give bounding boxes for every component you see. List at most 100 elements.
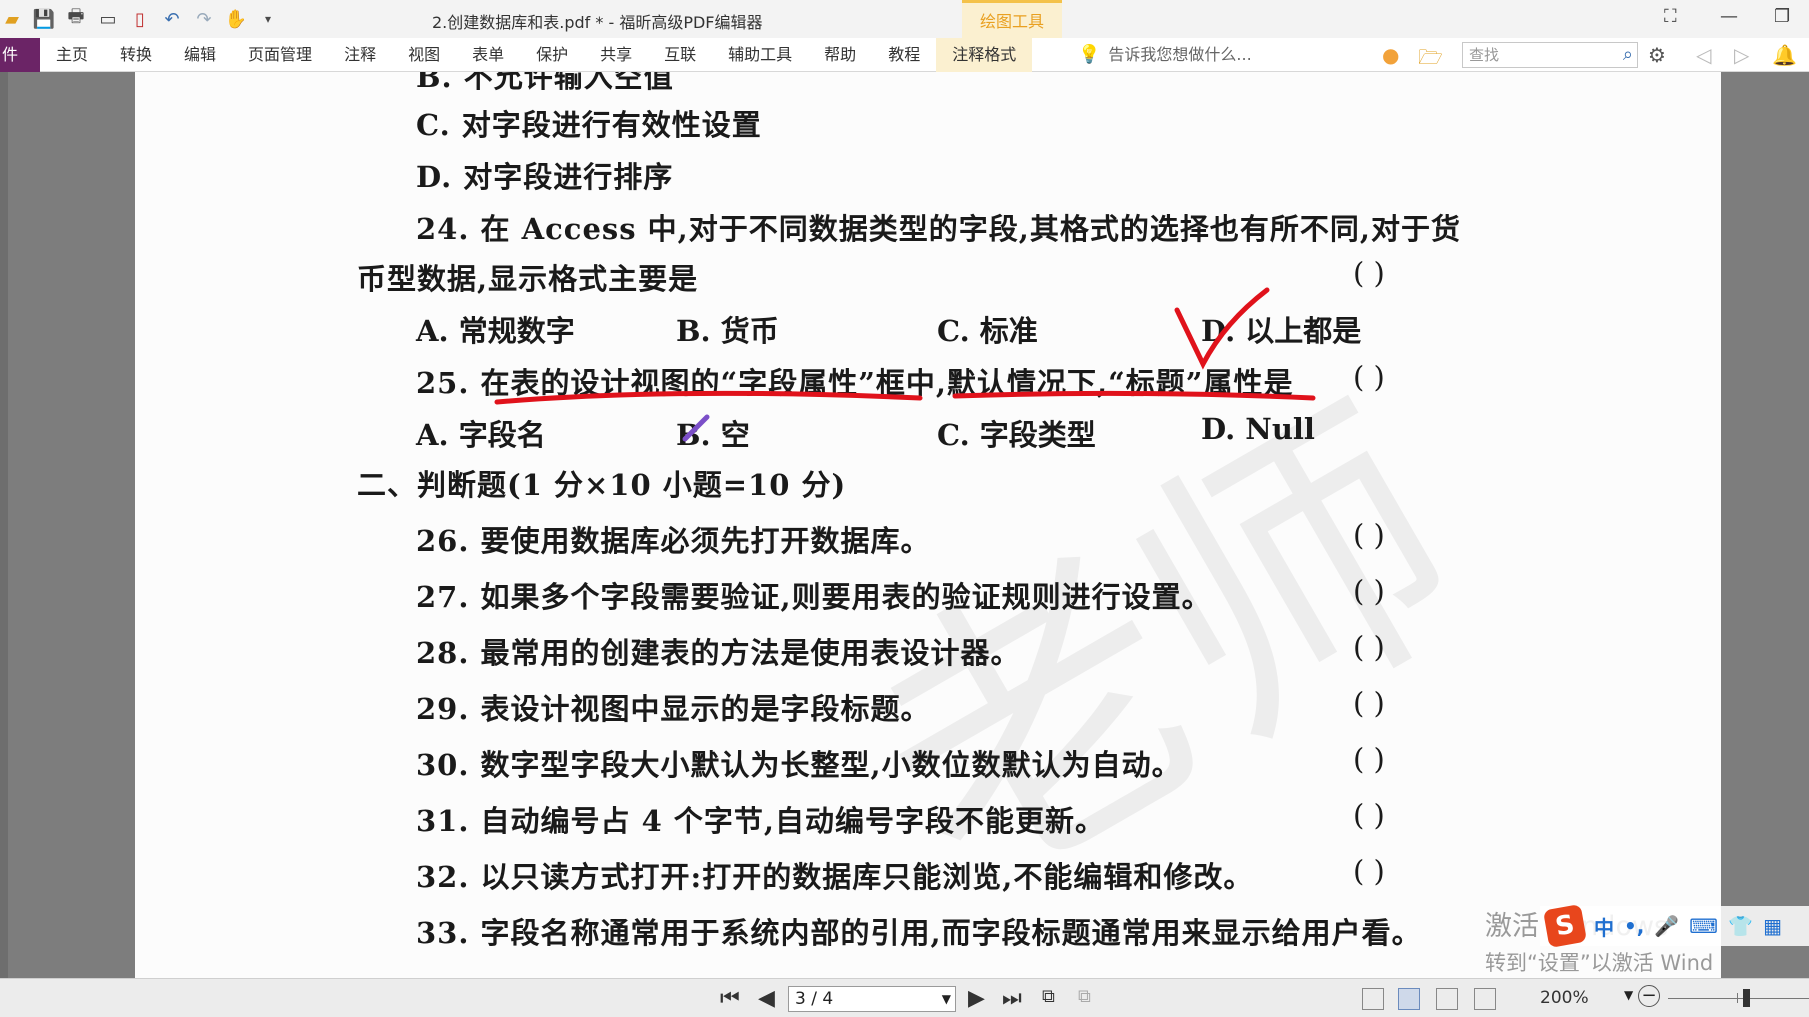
question-line: 27. 如果多个字段需要验证,则要用表的验证规则进行设置。: [416, 580, 1212, 614]
question-line: 30. 数字型字段大小默认为长整型,小数位数默认为自动。: [416, 748, 1182, 782]
answer-parentheses: ( ): [1353, 256, 1385, 290]
search-input[interactable]: 查找 ⌕: [1462, 42, 1638, 68]
notification-bell-icon[interactable]: 🔔: [1772, 43, 1797, 67]
undo-icon[interactable]: ↶: [160, 7, 184, 31]
single-page-view-icon[interactable]: [1362, 988, 1384, 1010]
document-viewport[interactable]: 老师 B. 不允许输入空值 C. 对字段进行有效性设置 D. 对字段进行排序 2…: [0, 72, 1809, 978]
page-number-field[interactable]: 3 / 4 ▼: [788, 986, 956, 1012]
tab-connect[interactable]: 互联: [648, 38, 712, 72]
option-c: C. 标准: [937, 314, 1038, 348]
tell-me-text: 告诉我您想做什么...: [1108, 45, 1252, 64]
skin-shirt-icon[interactable]: 👕: [1728, 914, 1753, 938]
settings-gear-icon[interactable]: ⚙: [1648, 43, 1666, 67]
restore-icon[interactable]: ❐: [1774, 6, 1790, 27]
skin-icon[interactable]: ●: [1382, 43, 1399, 67]
sogou-logo-icon[interactable]: S: [1542, 903, 1588, 949]
question-line: 33. 字段名称通常用于系统内部的引用,而字段标题通常用来显示给用户看。: [416, 916, 1422, 950]
answer-parentheses: ( ): [1353, 630, 1385, 664]
lightbulb-icon: 💡: [1078, 44, 1101, 65]
tab-convert[interactable]: 转换: [104, 38, 168, 72]
ime-language-indicator[interactable]: 中: [1594, 912, 1614, 941]
search-placeholder: 查找: [1469, 46, 1500, 64]
open-folder-icon[interactable]: ▰: [0, 7, 24, 31]
customize-toolbar-icon[interactable]: ▾: [256, 7, 280, 31]
option-a: A. 字段名: [416, 418, 546, 452]
option-a: A. 常规数字: [416, 314, 575, 348]
answer-parentheses: ( ): [1353, 574, 1385, 608]
window-title: 2.创建数据库和表.pdf * - 福昕高级PDF编辑器: [432, 13, 763, 32]
answer-parentheses: ( ): [1353, 798, 1385, 832]
minimize-icon[interactable]: —: [1720, 6, 1738, 27]
pdf-page[interactable]: 老师 B. 不允许输入空值 C. 对字段进行有效性设置 D. 对字段进行排序 2…: [135, 72, 1721, 978]
file-tab[interactable]: 件: [0, 38, 40, 72]
question-line: D. 对字段进行排序: [416, 160, 674, 194]
punctuation-icon[interactable]: •,: [1624, 914, 1644, 938]
tab-share[interactable]: 共享: [584, 38, 648, 72]
search-icon[interactable]: ⌕: [1623, 43, 1633, 67]
redo-icon[interactable]: ↷: [192, 7, 216, 31]
question-line: 25. 在表的设计视图的“字段属性”框中,默认情况下,“标题”属性是: [416, 366, 1294, 400]
toolbox-grid-icon[interactable]: ▦: [1763, 914, 1782, 938]
drawing-tools-context-tab[interactable]: 绘图工具: [962, 0, 1062, 38]
option-c: C. 字段类型: [937, 418, 1096, 452]
continuous-page-icon[interactable]: ⧉: [1042, 986, 1055, 1007]
option-b: B. 货币: [676, 314, 779, 348]
zoom-dropdown-icon[interactable]: ▼: [1624, 988, 1633, 1002]
back-arrow-icon[interactable]: ◁: [1696, 43, 1711, 67]
option-b: B. 空: [676, 418, 750, 452]
tab-comment[interactable]: 注释: [328, 38, 392, 72]
question-line: B. 不允许输入空值: [416, 72, 674, 94]
question-line: 32. 以只读方式打开:打开的数据库只能浏览,不能编辑和修改。: [416, 860, 1254, 894]
microphone-icon[interactable]: 🎤: [1654, 914, 1679, 938]
tab-tutorial[interactable]: 教程: [872, 38, 936, 72]
tab-edit[interactable]: 编辑: [168, 38, 232, 72]
answer-parentheses: ( ): [1353, 742, 1385, 776]
question-line: 29. 表设计视图中显示的是字段标题。: [416, 692, 931, 726]
facing-page-icon[interactable]: ⧉: [1078, 986, 1091, 1007]
option-d: D. Null: [1201, 412, 1315, 446]
title-bar: ▰ 💾 🖶 ▭ ▯ ↶ ↷ ✋ ▾ 2.创建数据库和表.pdf * - 福昕高级…: [0, 0, 1809, 38]
last-page-icon[interactable]: ⏭: [1002, 986, 1022, 1011]
tab-comment-format[interactable]: 注释格式: [936, 38, 1033, 72]
fullscreen-icon[interactable]: ⛶: [1664, 6, 1677, 27]
scan-icon[interactable]: ▭: [96, 7, 120, 31]
tab-accessibility[interactable]: 辅助工具: [712, 38, 808, 72]
first-page-icon[interactable]: ⏮: [720, 986, 740, 1011]
page-dropdown-icon[interactable]: ▼: [942, 987, 951, 1011]
tab-protect[interactable]: 保护: [520, 38, 584, 72]
tab-help[interactable]: 帮助: [808, 38, 872, 72]
answer-parentheses: ( ): [1353, 518, 1385, 552]
page-indicator: 3 / 4: [795, 989, 834, 1009]
new-document-icon[interactable]: ▯: [128, 7, 152, 31]
activation-subtitle: 转到“设置”以激活 Wind: [1485, 951, 1714, 975]
zoom-level[interactable]: 200%: [1540, 988, 1589, 1008]
continuous-view-icon[interactable]: [1398, 988, 1420, 1010]
save-icon[interactable]: 💾: [32, 7, 56, 31]
answer-parentheses: ( ): [1353, 854, 1385, 888]
zoom-slider-thumb[interactable]: [1742, 989, 1750, 1007]
tab-home[interactable]: 主页: [40, 38, 104, 72]
tab-view[interactable]: 视图: [392, 38, 456, 72]
ime-toolbar[interactable]: S 中 •, 🎤 ⌨ 👕 ▦: [1540, 903, 1809, 949]
forward-arrow-icon[interactable]: ▷: [1734, 43, 1749, 67]
status-bar: ⏮ ◀ 3 / 4 ▼ ▶ ⏭ ⧉ ⧉ 200% ▼ −: [0, 978, 1809, 1017]
section-heading: 二、判断题(1 分×10 小题=10 分): [357, 468, 847, 502]
print-icon[interactable]: 🖶: [64, 6, 88, 31]
two-page-continuous-view-icon[interactable]: [1474, 988, 1496, 1010]
keyboard-icon[interactable]: ⌨: [1689, 914, 1718, 938]
question-line: 26. 要使用数据库必须先打开数据库。: [416, 524, 931, 558]
tab-page-management[interactable]: 页面管理: [232, 38, 328, 72]
answer-parentheses: ( ): [1353, 686, 1385, 720]
previous-page-icon[interactable]: ◀: [758, 986, 775, 1011]
next-page-icon[interactable]: ▶: [968, 986, 985, 1011]
tab-form[interactable]: 表单: [456, 38, 520, 72]
left-panel-edge[interactable]: [0, 72, 8, 978]
two-page-view-icon[interactable]: [1436, 988, 1458, 1010]
option-d: D. 以上都是: [1201, 314, 1362, 348]
zoom-slider-track[interactable]: [1668, 998, 1809, 999]
zoom-slider-center-mark: [1737, 993, 1738, 1003]
hand-tool-icon[interactable]: ✋: [224, 7, 248, 31]
tell-me-box[interactable]: 💡 告诉我您想做什么...: [1078, 38, 1252, 72]
quick-access-toolbar: ▰ 💾 🖶 ▭ ▯ ↶ ↷ ✋ ▾: [0, 6, 280, 31]
zoom-out-icon[interactable]: −: [1638, 985, 1660, 1007]
